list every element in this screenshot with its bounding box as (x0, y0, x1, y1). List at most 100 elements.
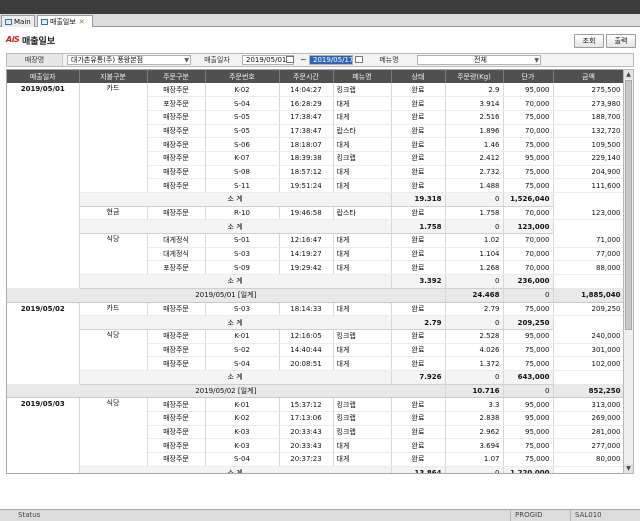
status-bar: Status PROGID SAL010 (0, 509, 640, 521)
grid-body: 2019/05/01 카드 매장주문 K-02 14:04:27 킹크랩 완료 2.9 95,0… (7, 83, 623, 473)
tab-sales-daily[interactable]: 매출일보 ✕ (37, 15, 93, 27)
grid-header-row: 매출일자 지불구분 주문구분 주문번호 주문시간 메뉴명 상태 주문량(Kg) … (7, 70, 623, 83)
subtotal-qty: 1.758 (391, 219, 446, 235)
tab-main[interactable]: Main (1, 15, 35, 27)
status-progid: PROGID (510, 510, 554, 521)
cell-qty: 2.962 (445, 425, 504, 440)
page-header: AiS 매출일보 조회 출력 (0, 28, 640, 50)
subtotal-label: 소 계 (79, 192, 392, 207)
col-header-price[interactable]: 단가 (503, 70, 554, 83)
cell-status: 완료 (391, 124, 446, 139)
subtotal-amount: 123,000 (503, 219, 554, 235)
col-header-qty[interactable]: 주문량(Kg) (445, 70, 504, 83)
col-header-order-type[interactable]: 주문구분 (147, 70, 206, 83)
subtotal-amount: 1,526,040 (503, 192, 554, 207)
cell-order-no: S-08 (205, 165, 280, 180)
cell-menu: 대게 (333, 165, 392, 180)
cell-order-time: 20:37:23 (279, 452, 334, 467)
calendar-icon[interactable] (355, 56, 363, 63)
cell-price: 75,000 (503, 137, 554, 152)
cell-order-type: 매장주문 (147, 151, 206, 166)
cell-price: 75,000 (503, 178, 554, 193)
cell-amount: 71,000 (553, 233, 623, 248)
cell-qty: 2.516 (445, 110, 504, 125)
cell-order-no: S-09 (205, 260, 280, 276)
subtotal-row: 소 계 1.758 0 123,000 (7, 219, 623, 235)
subtotal-price: 0 (445, 315, 504, 330)
col-header-menu[interactable]: 메뉴명 (333, 70, 392, 83)
col-header-status[interactable]: 상태 (391, 70, 446, 83)
cell-amount: 77,000 (553, 247, 623, 262)
menu-select[interactable]: 전체 ▼ (417, 55, 541, 65)
daily-total-row: 2019/05/02 [일계] 10.716 0 852,250 (7, 384, 623, 399)
cell-order-no: K-07 (205, 151, 280, 166)
store-label: 매장명 (7, 54, 63, 66)
print-button[interactable]: 출력 (606, 34, 636, 48)
cell-qty: 1.104 (445, 247, 504, 262)
table-row[interactable]: 2019/05/01 카드 매장주문 K-02 14:04:27 킹크랩 완료 2.9 95,0… (7, 83, 623, 289)
table-row[interactable]: 2019/05/03 식당 매장주문 K-01 15:37:12 킹크랩 완료 3.3 95,0… (7, 397, 623, 473)
calendar-icon[interactable] (286, 56, 294, 63)
table-row[interactable]: 2019/05/02 카드 매장주문 S-03 18:14:33 대게 완료 2.79 75,0… (7, 302, 623, 385)
cell-amount: 269,000 (553, 411, 623, 426)
cell-menu: 대게 (333, 302, 392, 317)
cell-price: 70,000 (503, 124, 554, 139)
cell-amount: 88,000 (553, 260, 623, 276)
cell-status: 완료 (391, 206, 446, 221)
cell-order-time: 14:19:27 (279, 247, 334, 262)
tab-main-label: Main (14, 18, 31, 26)
lookup-button[interactable]: 조회 (574, 34, 604, 48)
cell-price: 75,000 (503, 452, 554, 467)
cell-order-type: 매장주문 (147, 137, 206, 152)
subtotal-label: 소 계 (79, 274, 392, 289)
table-row[interactable]: 현금 매장주문 R-10 19:46:58 랍스타 완료 1.758 70,000 123,00… (7, 206, 623, 221)
sales-grid[interactable]: 매출일자 지불구분 주문구분 주문번호 주문시간 메뉴명 상태 주문량(Kg) … (6, 69, 623, 474)
cell-order-type: 대게정식 (147, 233, 206, 248)
subtotal-amount: 1,220,000 (503, 466, 554, 473)
table-row[interactable]: 식당 대게정식 S-01 12:16:47 대게 완료 1.02 70,000 71,000 (7, 233, 623, 276)
table-row[interactable]: 식당 매장주문 K-01 12:16:05 킹크랩 완료 2.528 95,000 240,00… (7, 329, 623, 371)
cell-status: 완료 (391, 110, 446, 125)
close-icon[interactable]: ✕ (79, 18, 85, 26)
col-header-sale-date[interactable]: 매출일자 (7, 70, 80, 83)
col-header-order-no[interactable]: 주문번호 (205, 70, 280, 83)
col-header-amount[interactable]: 금액 (553, 70, 623, 83)
col-header-payment[interactable]: 지불구분 (79, 70, 148, 83)
window-icon (41, 19, 48, 25)
cell-order-no: K-03 (205, 425, 280, 440)
cell-price: 70,000 (503, 233, 554, 248)
cell-order-no: K-03 (205, 438, 280, 454)
cell-menu: 대게 (333, 260, 392, 276)
cell-menu: 킹크랩 (333, 411, 392, 426)
store-select[interactable]: 대가촌유통(주) 풍왕본점 ▼ (67, 55, 191, 65)
cell-status: 완료 (391, 178, 446, 193)
subtotal-label: 소 계 (79, 466, 392, 473)
cell-order-no: S-05 (205, 110, 280, 125)
cell-qty: 1.758 (445, 206, 504, 221)
cell-amount: 111,600 (553, 178, 623, 193)
cell-amount: 132,720 (553, 124, 623, 139)
cell-menu: 대게 (333, 356, 392, 371)
cell-status: 완료 (391, 83, 446, 98)
subtotal-price: 0 (445, 466, 504, 473)
scroll-down-icon[interactable]: ▼ (624, 464, 633, 473)
col-header-order-time[interactable]: 주문시간 (279, 70, 334, 83)
scroll-thumb[interactable] (625, 80, 632, 330)
cell-menu: 랍스타 (333, 124, 392, 139)
cell-qty: 1.372 (445, 356, 504, 371)
app-logo: AiS (6, 35, 20, 44)
cell-price: 75,000 (503, 343, 554, 358)
cell-order-time: 18:57:12 (279, 165, 334, 180)
cell-payment: 식당 (79, 329, 148, 371)
cell-order-time: 17:38:47 (279, 124, 334, 139)
cell-qty: 1.268 (445, 260, 504, 276)
cell-qty: 2.79 (445, 302, 504, 317)
cell-order-time: 14:04:27 (279, 83, 334, 98)
scroll-up-icon[interactable]: ▲ (624, 70, 633, 79)
vertical-scrollbar[interactable]: ▲ ▼ (623, 69, 634, 474)
cell-order-type: 매장주문 (147, 397, 206, 412)
date-to-input[interactable]: 2019/05/17 (309, 55, 353, 65)
cell-amount: 240,000 (553, 329, 623, 344)
subtotal-price: 0 (445, 274, 504, 289)
date-label: 매출일자 (204, 56, 230, 64)
